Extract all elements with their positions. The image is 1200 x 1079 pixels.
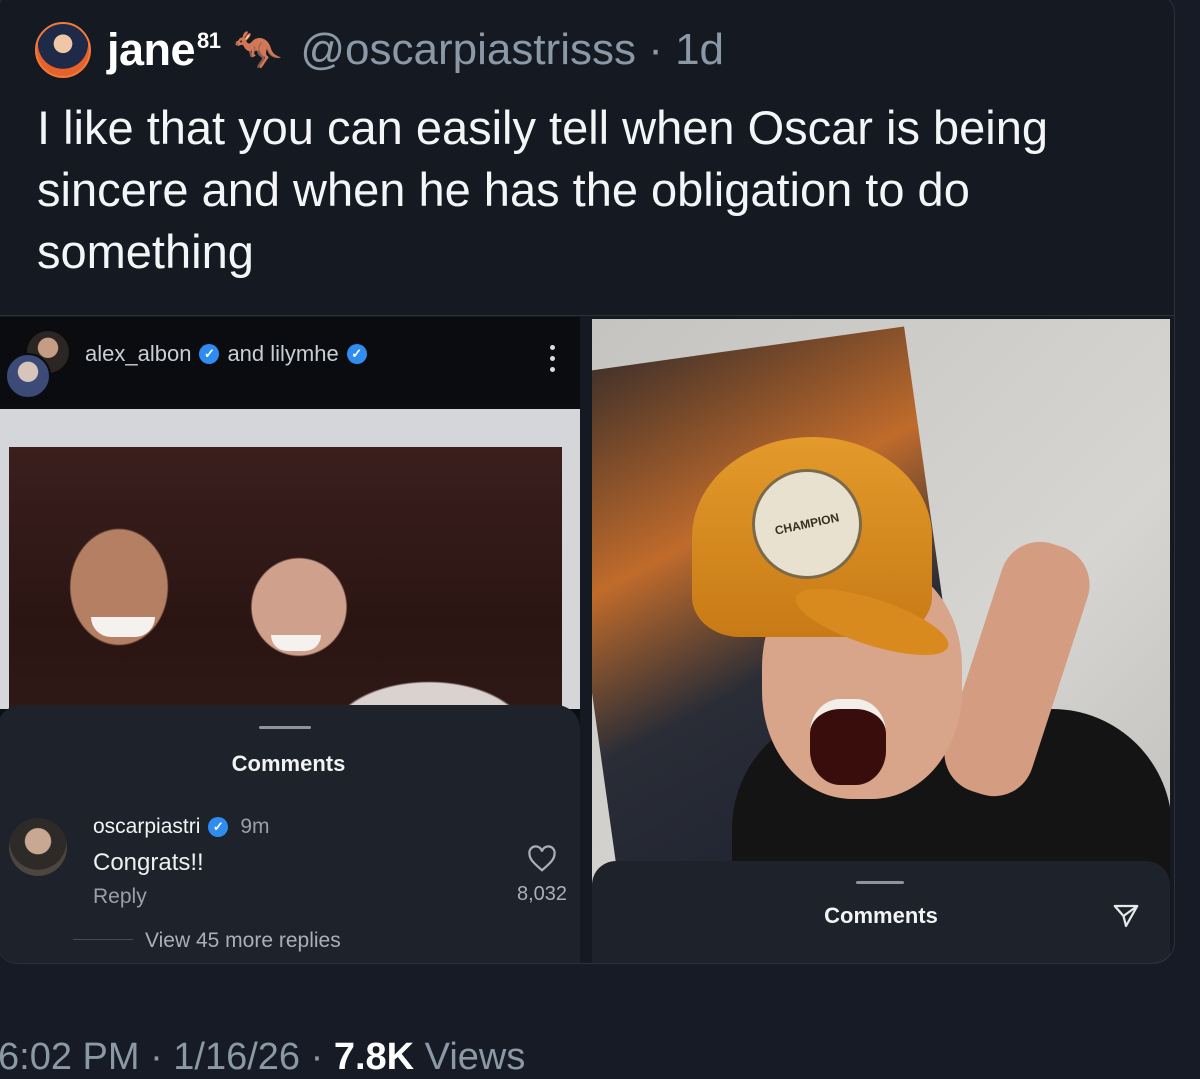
comments-sheet: Comments oscarpiastri ✓ 9m Congrats!! Re… xyxy=(0,705,580,963)
replies-line xyxy=(73,939,133,940)
comments-title: Comments xyxy=(824,903,938,928)
sheet-grabber xyxy=(259,726,311,729)
comments-sheet: Comments xyxy=(592,861,1170,963)
kangaroo-emoji-icon: 🦘 xyxy=(232,28,283,73)
comment-time: 9m xyxy=(240,815,270,838)
send-icon xyxy=(1113,904,1139,928)
user-avatar[interactable] xyxy=(35,22,91,78)
open-mouth xyxy=(810,699,886,785)
and-lilymhe: and lilymhe xyxy=(227,341,339,366)
views-count: 7.8K xyxy=(333,1036,415,1078)
right-screenshot-image[interactable]: CHAMPION Comments xyxy=(592,319,1170,963)
verified-badge-icon: ✓ xyxy=(346,344,367,364)
commenter-username: oscarpiastri xyxy=(93,815,201,838)
comments-title: Comments xyxy=(231,751,346,776)
verified-badge-icon: ✓ xyxy=(199,344,220,364)
verified-badge-icon: ✓ xyxy=(208,817,229,837)
quoted-tweet-card[interactable]: jane81 🦘 @oscarpiastrisss · 1d I like th… xyxy=(0,0,1175,964)
views-label: Views xyxy=(414,1036,526,1078)
tweet-timestamp-and-views: 6:02 PM · 1/16/26 · 7.8K Views xyxy=(0,1036,525,1079)
divider xyxy=(0,315,1174,316)
avatar xyxy=(5,353,51,399)
like-count: 8,032 xyxy=(517,883,568,905)
ig-post-header: alex_albon ✓ and lilymhe ✓ xyxy=(0,317,580,407)
tweet-header: jane81 🦘 @oscarpiastrisss · 1d xyxy=(35,22,724,78)
timestamp: 6:02 PM · 1/16/26 · xyxy=(0,1036,334,1078)
commenter-info: oscarpiastri ✓ 9m xyxy=(93,815,270,839)
view-more-replies: View 45 more replies xyxy=(145,929,341,952)
more-options-icon xyxy=(550,345,556,378)
display-name[interactable]: jane81 xyxy=(107,24,221,76)
commenter-avatar xyxy=(9,818,67,876)
smile xyxy=(271,635,321,651)
left-screenshot-image[interactable]: alex_albon ✓ and lilymhe ✓ Comments osca… xyxy=(0,317,580,963)
tweet-text: I like that you can easily tell when Osc… xyxy=(37,101,1049,278)
comment-text: Congrats!! xyxy=(93,849,204,876)
username-alex-albon: alex_albon xyxy=(85,341,192,366)
heart-icon xyxy=(528,845,556,872)
collab-avatars xyxy=(5,331,69,399)
couple-photo xyxy=(9,447,562,737)
handle-and-timestamp[interactable]: @oscarpiastrisss · 1d xyxy=(300,25,724,75)
display-name-superscript: 81 xyxy=(197,28,221,53)
collab-usernames: alex_albon ✓ and lilymhe ✓ xyxy=(85,341,375,367)
smile xyxy=(91,617,155,637)
reply-label: Reply xyxy=(93,885,147,908)
sheet-grabber xyxy=(856,881,904,884)
